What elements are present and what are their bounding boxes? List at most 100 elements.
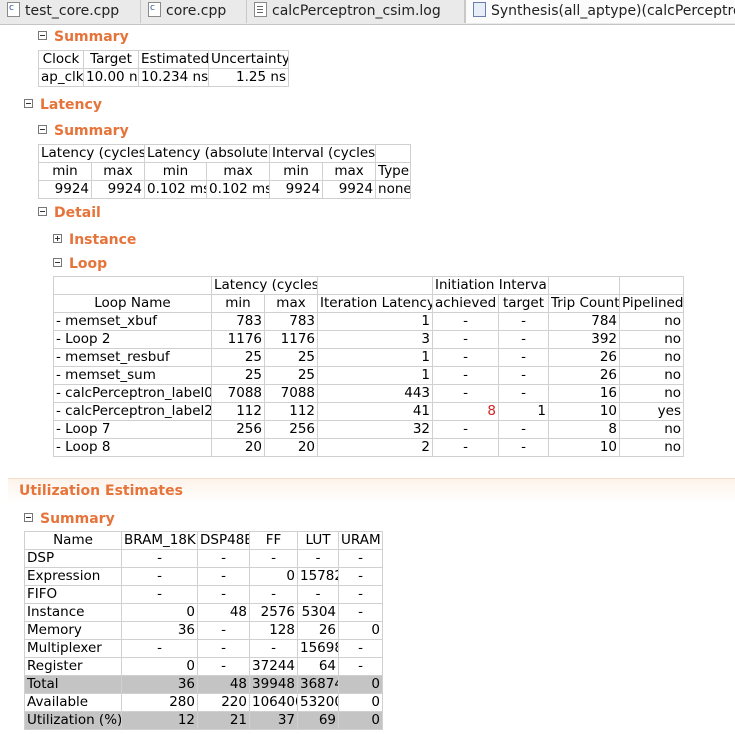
header-cell: BRAM_18K — [121, 531, 198, 550]
table-cell: - — [498, 312, 550, 331]
table-cell: 9924 — [269, 180, 324, 199]
table-cell: 26 — [297, 621, 339, 640]
table-cell: 36 — [121, 621, 198, 640]
loop-heading[interactable]: Loop — [53, 256, 107, 272]
tab-synthesis-report[interactable]: Synthesis(all_aptype)(calcPerceptron — [465, 0, 735, 23]
latency-summary-heading[interactable]: Summary — [38, 123, 129, 139]
collapse-icon[interactable] — [38, 125, 47, 134]
table-cell: - — [249, 585, 298, 604]
header-group-cell: Latency (cycles) — [37, 144, 146, 163]
tab-csim-log[interactable]: calcPerceptron_csim.log — [247, 0, 465, 23]
header-cell: Target — [83, 50, 139, 69]
table-cell: - — [338, 549, 383, 568]
table-cell: none — [375, 180, 412, 199]
table-cell: 10.00 ns — [83, 68, 139, 87]
header-cell: Uncertainty — [208, 50, 289, 69]
table-cell: - — [498, 420, 550, 439]
header-cell: URAM — [338, 531, 383, 550]
table-cell: 25 — [263, 348, 319, 367]
expand-icon[interactable] — [53, 234, 62, 243]
table-row: Available280220106400532000 — [24, 693, 383, 712]
latency-heading[interactable]: Latency — [24, 97, 102, 113]
table-cell: - — [197, 549, 250, 568]
table-cell: no — [619, 366, 685, 385]
collapse-icon[interactable] — [24, 99, 33, 108]
table-row: Multiplexer---15698- — [24, 639, 383, 658]
table-cell: 48 — [197, 675, 250, 694]
header-group-cell — [375, 144, 412, 163]
table-cell: 25 — [211, 366, 265, 385]
table-cell: - — [432, 384, 500, 403]
table-cell: 36874 — [297, 675, 339, 694]
table-cell: 0 — [121, 657, 198, 676]
table-cell: 112 — [263, 402, 319, 421]
table-cell: - — [432, 348, 500, 367]
table-cell: Available — [24, 693, 122, 712]
table-row: - Loop 8 20 20 2- -10 no — [53, 438, 685, 457]
tab-test-core-cpp[interactable]: test_core.cpp — [0, 0, 141, 23]
report-icon — [473, 2, 486, 17]
header-cell: max — [263, 294, 319, 313]
table-cell: 7088 — [211, 384, 265, 403]
table-cell: FIFO — [24, 585, 122, 604]
table-row: Expression--015782- — [24, 567, 383, 586]
collapse-icon[interactable] — [24, 513, 33, 522]
header-cell: LUT — [297, 531, 339, 550]
table-cell: 15782 — [297, 567, 339, 586]
header-cell: max — [206, 162, 271, 181]
header-cell: min — [38, 162, 92, 181]
latency-summary-table: Latency (cycles) Latency (absolute) Inte… — [37, 144, 412, 199]
header-cell: target — [498, 294, 550, 313]
table-cell: 20 — [263, 438, 319, 457]
table-cell: 25 — [211, 348, 265, 367]
table-cell: 1 — [317, 312, 434, 331]
detail-heading[interactable]: Detail — [38, 205, 101, 221]
table-cell: 1 — [498, 402, 550, 421]
table-cell: - — [498, 384, 550, 403]
table-cell: 8 — [548, 420, 621, 439]
summary-row: Utilization (%) 12 21 37 69 0 — [24, 711, 383, 730]
table-cell: 783 — [263, 312, 319, 331]
table-row: FIFO - - - - - — [24, 585, 383, 604]
tab-core-cpp[interactable]: core.cpp — [141, 0, 247, 23]
table-cell: 48 — [197, 603, 250, 622]
timing-summary-table: Clock Target Estimated Uncertainty ap_cl… — [38, 50, 289, 87]
table-cell: no — [619, 384, 685, 403]
table-cell: 280 — [121, 693, 198, 712]
collapse-icon[interactable] — [53, 258, 62, 267]
section-label: Summary — [54, 123, 129, 139]
table-cell: no — [619, 348, 685, 367]
table-cell: - calcPerceptron_label2 — [53, 402, 212, 421]
header-cell: max — [90, 162, 146, 181]
collapse-icon[interactable] — [38, 207, 47, 216]
loop-table: Latency (cycles) Initiation Interval Loo… — [53, 276, 685, 457]
table-cell: 9924 — [322, 180, 377, 199]
instance-heading[interactable]: Instance — [53, 232, 136, 248]
table-cell: - — [249, 639, 298, 658]
table-cell: - — [121, 567, 198, 586]
table-row: - Loop 2 1176 1176 3- -392 no — [53, 330, 685, 349]
header-cell: Clock — [38, 50, 84, 69]
header-cell: min — [269, 162, 324, 181]
table-cell: Multiplexer — [24, 639, 122, 658]
collapse-icon[interactable] — [38, 31, 47, 40]
table-cell: yes — [619, 402, 685, 421]
cpp-file-icon — [7, 0, 20, 20]
header-group-cell: Initiation Interval — [432, 276, 550, 295]
table-cell: - — [498, 348, 550, 367]
header-group-cell: Latency (cycles) — [210, 276, 319, 295]
table-cell: - — [197, 639, 250, 658]
table-cell: 0.102 ms — [206, 180, 271, 199]
table-cell: - — [338, 639, 383, 658]
header-cell: DSP48E — [197, 531, 250, 550]
utilization-summary-heading[interactable]: Summary — [24, 511, 115, 527]
header-cell: Type — [375, 162, 412, 181]
timing-summary-heading[interactable]: Summary — [38, 29, 129, 45]
table-cell: - Loop 7 — [53, 420, 212, 439]
table-cell: 0 — [249, 567, 298, 586]
table-cell: 5304 — [297, 603, 339, 622]
header-cell: Pipelined — [619, 294, 685, 313]
table-cell: - memset_resbuf — [53, 348, 212, 367]
table-cell: - — [249, 549, 298, 568]
table-cell: 36 — [121, 675, 198, 694]
